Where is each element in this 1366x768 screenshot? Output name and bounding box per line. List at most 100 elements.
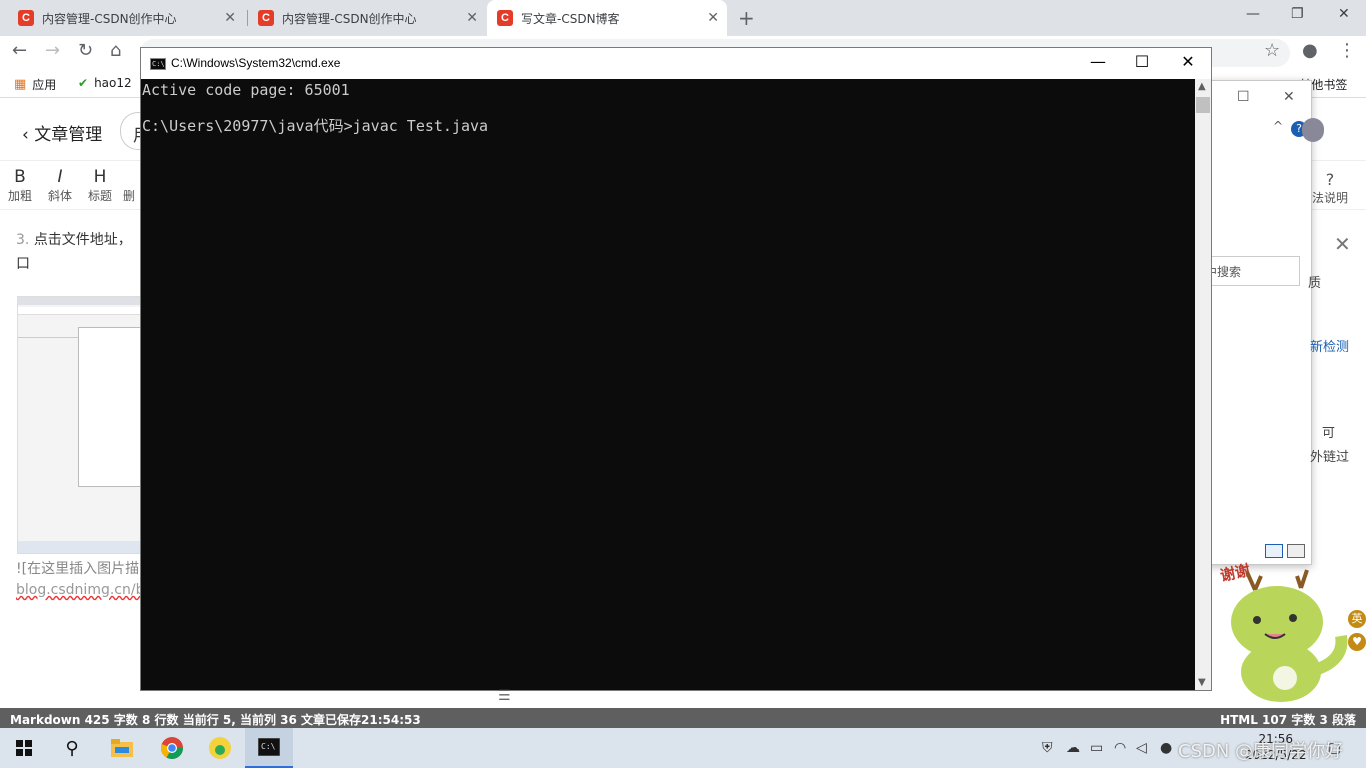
bookmark-label: hao12 bbox=[94, 76, 132, 90]
image-markdown-text: ![在这里插入图片描 bbox=[16, 561, 140, 577]
chevron-up-icon[interactable]: ^ bbox=[1273, 119, 1283, 133]
bold-label: 加粗 bbox=[7, 189, 32, 203]
search-button[interactable]: ⚲ bbox=[48, 728, 96, 768]
back-to-article-management[interactable]: ‹ 文章管理 bbox=[22, 120, 102, 145]
menu-dots-icon[interactable]: ⋮ bbox=[1338, 40, 1356, 61]
minimize-icon[interactable]: — bbox=[1075, 52, 1121, 71]
tab-title: 写文章-CSDN博客 bbox=[521, 11, 620, 26]
browser-tab-active[interactable]: C 写文章-CSDN博客 ✕ bbox=[487, 0, 727, 36]
list-number: 3. bbox=[16, 232, 30, 248]
strikethrough-button[interactable]: 删 bbox=[118, 167, 140, 204]
cmd-console-output[interactable]: Active code page: 65001 C:\Users\20977\j… bbox=[141, 79, 1195, 690]
large-icons-view-icon[interactable] bbox=[1287, 544, 1305, 558]
browser-tab[interactable]: C 内容管理-CSDN创作中心 ✕ bbox=[8, 0, 244, 36]
side-panel-text: 可 bbox=[1322, 426, 1336, 441]
bookmark-label: 应用 bbox=[32, 78, 57, 92]
italic-button[interactable]: I 斜体 bbox=[42, 167, 78, 204]
battery-icon[interactable]: ▭ bbox=[1090, 740, 1103, 756]
qqmusic-tray-icon[interactable]: ● bbox=[1160, 740, 1172, 756]
heading-icon: H bbox=[93, 167, 107, 187]
editor-content[interactable]: 3. 点击文件地址， 口 bbox=[16, 228, 132, 276]
volume-icon[interactable]: ◁ bbox=[1136, 740, 1147, 756]
resize-grip-icon[interactable]: ☰ bbox=[498, 688, 511, 704]
csdn-watermark: CSDN @康同学你好 bbox=[1178, 741, 1344, 762]
recheck-link[interactable]: 新检测 bbox=[1310, 336, 1349, 355]
close-icon[interactable]: ✕ bbox=[1338, 6, 1350, 22]
close-icon[interactable]: ✕ bbox=[1283, 89, 1295, 105]
editor-line: 点击文件地址， bbox=[33, 232, 132, 248]
shield-icon[interactable]: ⛨ bbox=[1042, 740, 1053, 756]
apps-grid-icon: ▦ bbox=[14, 77, 27, 92]
strikethrough-icon bbox=[118, 167, 140, 187]
italic-icon: I bbox=[57, 167, 63, 187]
heading-button[interactable]: H 标题 bbox=[82, 167, 118, 204]
cmd-window-title: C:\Windows\System32\cmd.exe bbox=[171, 56, 341, 70]
details-view-icon[interactable] bbox=[1265, 544, 1283, 558]
reload-icon[interactable]: ↻ bbox=[78, 40, 93, 61]
restore-icon[interactable]: ❐ bbox=[1291, 6, 1304, 22]
close-icon[interactable]: ✕ bbox=[1165, 52, 1211, 71]
cmd-window[interactable]: C:\ C:\Windows\System32\cmd.exe — ☐ ✕ Ac… bbox=[140, 47, 1212, 691]
csdn-favicon-icon: C bbox=[258, 10, 274, 26]
profile-icon[interactable]: ● bbox=[1302, 40, 1318, 61]
maximize-icon[interactable]: ☐ bbox=[1237, 89, 1250, 105]
home-icon[interactable]: ⌂ bbox=[110, 40, 121, 61]
bold-button[interactable]: B 加粗 bbox=[2, 167, 38, 204]
console-line: C:\Users\20977\java代码>javac Test.java bbox=[142, 117, 489, 135]
side-panel-text: 质 bbox=[1308, 276, 1322, 291]
bookmark-apps[interactable]: ▦ 应用 bbox=[14, 76, 56, 93]
back-arrow-icon[interactable]: ← bbox=[12, 40, 27, 61]
search-icon: ⚲ bbox=[65, 737, 79, 759]
music-app-icon bbox=[209, 737, 231, 759]
scroll-down-arrow-icon[interactable]: ▼ bbox=[1198, 677, 1206, 688]
start-button[interactable] bbox=[0, 728, 48, 768]
bookmark-hao123[interactable]: ✔ hao12 bbox=[78, 76, 132, 90]
csdn-favicon-icon: C bbox=[497, 10, 513, 26]
strikethrough-label: 删 bbox=[122, 189, 135, 203]
windows-taskbar: ⚲ C:\ ⛨ ☁ ▭ ◠ ◁ ● 21:56 2022/5/22 ▢ bbox=[0, 728, 1366, 768]
image-url-text: blog.csdnimg.cn/b bbox=[16, 582, 145, 598]
taskbar-chrome[interactable] bbox=[148, 728, 196, 768]
close-tab-icon[interactable]: ✕ bbox=[707, 10, 719, 26]
bookmark-star-icon[interactable]: ☆ bbox=[1264, 40, 1280, 61]
bold-icon: B bbox=[14, 167, 26, 187]
embedded-screenshot-image bbox=[17, 296, 141, 554]
shirt-icon[interactable]: ♥ bbox=[1348, 633, 1366, 651]
tab-title: 内容管理-CSDN创作中心 bbox=[282, 11, 417, 26]
heading-label: 标题 bbox=[87, 189, 112, 203]
editor-line: 口 bbox=[16, 256, 30, 272]
italic-label: 斜体 bbox=[47, 189, 72, 203]
new-tab-icon[interactable]: + bbox=[738, 6, 755, 30]
csdn-favicon-icon: C bbox=[18, 10, 34, 26]
browser-tab[interactable]: C 内容管理-CSDN创作中心 ✕ bbox=[248, 0, 486, 36]
taskbar-file-explorer[interactable] bbox=[98, 728, 146, 768]
close-panel-icon[interactable]: ✕ bbox=[1334, 232, 1351, 256]
taskbar-qqmusic[interactable] bbox=[196, 728, 244, 768]
cmd-title-bar[interactable]: C:\ C:\Windows\System32\cmd.exe — ☐ ✕ bbox=[141, 48, 1211, 79]
hao123-logo-icon: ✔ bbox=[78, 76, 89, 90]
folder-icon bbox=[111, 739, 133, 757]
cmd-icon: C:\ bbox=[150, 58, 166, 70]
chevron-left-icon: ‹ bbox=[22, 125, 29, 145]
close-tab-icon[interactable]: ✕ bbox=[224, 10, 236, 26]
avatar[interactable] bbox=[1302, 118, 1324, 142]
status-left: Markdown 425 字数 8 行数 当前行 5, 当前列 36 文章已保存… bbox=[10, 713, 421, 727]
cloud-icon[interactable]: ☁ bbox=[1066, 740, 1080, 756]
cmd-scrollbar[interactable]: ▲ ▼ bbox=[1195, 79, 1211, 690]
scroll-thumb[interactable] bbox=[1196, 97, 1210, 113]
maximize-icon[interactable]: ☐ bbox=[1119, 52, 1165, 71]
minimize-icon[interactable]: — bbox=[1246, 6, 1260, 22]
taskbar-cmd[interactable]: C:\ bbox=[245, 728, 293, 768]
editor-status-bar: Markdown 425 字数 8 行数 当前行 5, 当前列 36 文章已保存… bbox=[0, 708, 1366, 728]
close-tab-icon[interactable]: ✕ bbox=[466, 10, 478, 26]
side-panel-text: 外链过 bbox=[1310, 450, 1350, 465]
forward-arrow-icon[interactable]: → bbox=[45, 40, 60, 61]
breadcrumb-label: 文章管理 bbox=[34, 125, 103, 145]
windows-logo-icon bbox=[16, 740, 32, 756]
language-badge[interactable]: 英 bbox=[1348, 610, 1366, 628]
chrome-icon bbox=[161, 737, 183, 759]
mascot-dragon-image[interactable] bbox=[1215, 560, 1355, 706]
scroll-up-arrow-icon[interactable]: ▲ bbox=[1198, 81, 1206, 92]
wifi-icon[interactable]: ◠ bbox=[1114, 740, 1126, 756]
